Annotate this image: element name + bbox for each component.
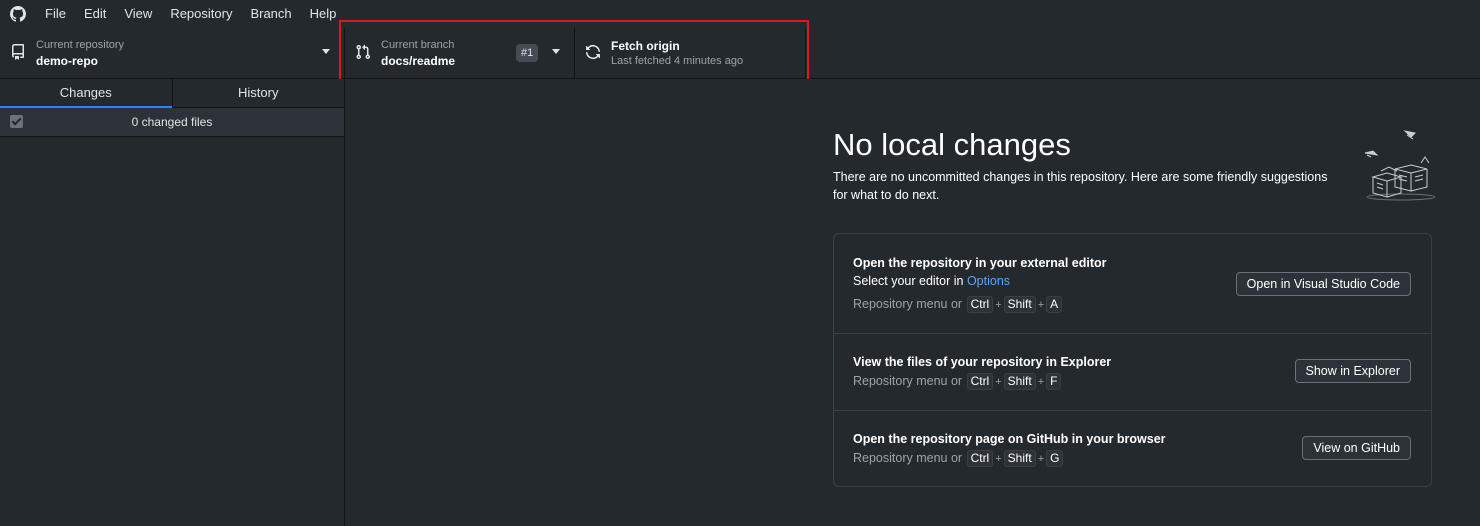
open-in-vscode-button[interactable]: Open in Visual Studio Code [1235,272,1411,296]
tab-history[interactable]: History [173,79,345,107]
sync-icon [585,44,601,60]
current-branch-name: docs/readme [381,54,456,68]
action-description-text: Select your editor in [853,274,967,288]
current-repository-name: demo-repo [36,54,99,68]
menu-file[interactable]: File [36,0,75,28]
current-branch-button[interactable]: Current branch docs/readme #1 [345,28,575,78]
current-repository-label: Current repository [36,39,125,51]
menu-bar: File Edit View Repository Branch Help [0,0,1480,29]
keyboard-shortcut: Repository menu or Ctrl + Shift + A [853,296,1063,313]
key-ctrl: Ctrl [966,373,994,390]
current-repository-button[interactable]: Current repository demo-repo [0,28,345,78]
key-ctrl: Ctrl [966,450,994,467]
action-title: Open the repository in your external edi… [853,256,1107,270]
keyboard-shortcut: Repository menu or Ctrl + Shift + G [853,450,1064,467]
action-title: Open the repository page on GitHub in yo… [853,432,1166,446]
key-ctrl: Ctrl [966,296,994,313]
shortcut-prefix: Repository menu or [853,451,963,465]
shortcut-prefix: Repository menu or [853,374,963,388]
suggestions-panel: Open the repository in your external edi… [833,233,1432,487]
keyboard-shortcut: Repository menu or Ctrl + Shift + F [853,373,1062,390]
key-shift: Shift [1003,373,1036,390]
menu-edit[interactable]: Edit [75,0,115,28]
git-pull-request-icon [355,44,371,60]
fetch-origin-button[interactable]: Fetch origin Last fetched 4 minutes ago [575,28,806,78]
menu-view[interactable]: View [115,0,161,28]
page-description: There are no uncommitted changes in this… [833,170,1328,202]
menu-repository[interactable]: Repository [161,0,241,28]
chevron-down-icon [322,49,330,54]
sidebar-tabs: Changes History [0,79,344,108]
empty-state-illustration [1361,127,1437,205]
changes-header: 0 changed files [0,108,344,137]
sidebar: Changes History 0 changed files [0,79,345,526]
menu-help[interactable]: Help [301,0,346,28]
show-in-explorer-button[interactable]: Show in Explorer [1294,359,1411,383]
options-link[interactable]: Options [967,274,1010,288]
current-branch-label: Current branch [381,39,455,51]
tab-changes[interactable]: Changes [0,79,173,108]
action-show-in-explorer: View the files of your repository in Exp… [834,333,1431,411]
shortcut-prefix: Repository menu or [853,297,963,311]
repo-icon [10,44,26,60]
action-view-on-github: Open the repository page on GitHub in yo… [834,410,1431,486]
key-letter: G [1046,450,1064,467]
chevron-down-icon [552,49,560,54]
action-description: Select your editor in Options [853,274,1010,288]
action-open-editor: Open the repository in your external edi… [834,234,1431,334]
pull-request-badge[interactable]: #1 [516,44,539,62]
fetch-origin-title: Fetch origin [611,39,680,53]
key-shift: Shift [1003,450,1036,467]
action-title: View the files of your repository in Exp… [853,355,1112,369]
menu-branch[interactable]: Branch [241,0,300,28]
main-content: No local changes There are no uncommitte… [345,79,1480,526]
last-fetched-status: Last fetched 4 minutes ago [611,55,744,67]
page-title: No local changes [833,127,1071,162]
key-letter: F [1046,373,1062,390]
view-on-github-button[interactable]: View on GitHub [1302,436,1411,460]
key-letter: A [1046,296,1063,313]
github-logo-icon [0,0,36,28]
changed-files-count: 0 changed files [131,115,213,129]
key-shift: Shift [1003,296,1036,313]
toolbar: Current repository demo-repo Current bra… [0,28,1480,79]
